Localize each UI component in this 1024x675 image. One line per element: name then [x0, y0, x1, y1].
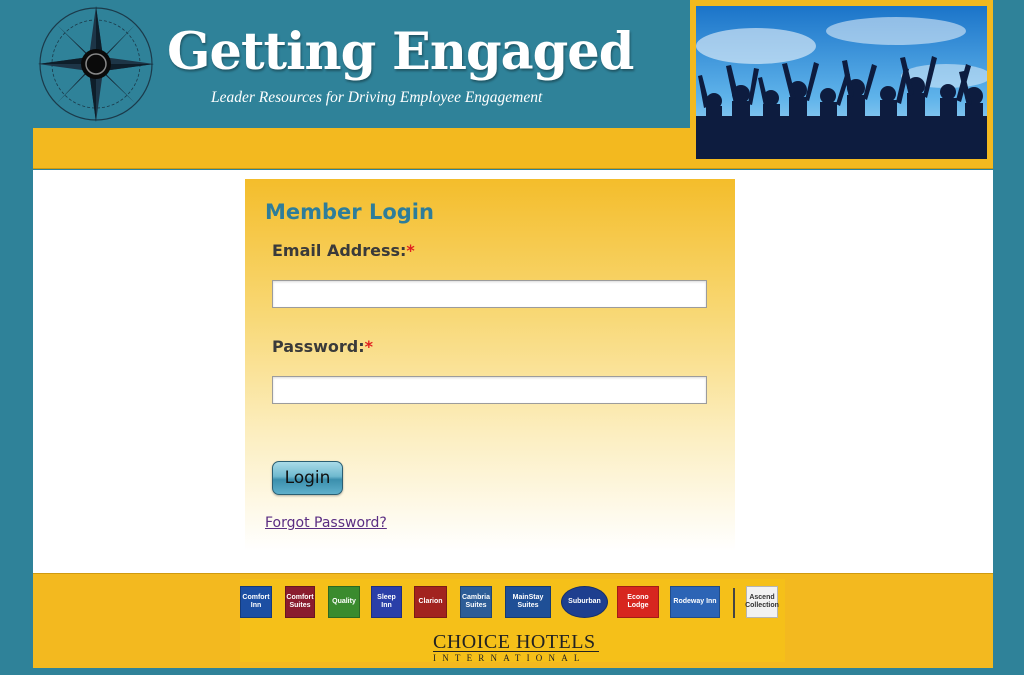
crowd-hero-image	[696, 6, 987, 159]
email-field[interactable]	[272, 280, 707, 308]
email-label-text: Email Address:	[272, 241, 407, 260]
forgot-password-link[interactable]: Forgot Password?	[265, 515, 387, 531]
compass-logo-icon	[38, 6, 154, 122]
password-required-marker: *	[364, 337, 374, 356]
brand-logo[interactable]: Clarion	[414, 586, 447, 618]
brand-logo[interactable]: Cambria Suites	[460, 586, 492, 618]
choice-hotels-subtitle: INTERNATIONAL	[433, 653, 586, 663]
brand-logo[interactable]: Comfort Suites	[285, 586, 315, 618]
hero-image-frame	[690, 0, 993, 165]
brand-logo[interactable]: Comfort Inn	[240, 586, 272, 618]
brand-logo[interactable]: Sleep Inn	[371, 586, 402, 618]
brand-logo-row: Comfort Inn Comfort Suites Quality Sleep…	[240, 583, 785, 619]
brand-name: Suburban	[568, 598, 601, 605]
brand-logo[interactable]: Suburban	[561, 586, 608, 618]
email-label: Email Address:*	[272, 241, 415, 260]
email-required-marker: *	[406, 241, 415, 260]
brand-name: Sleep Inn	[377, 594, 396, 609]
login-heading: Member Login	[265, 200, 434, 224]
login-panel: Member Login Email Address:* Password:* …	[245, 179, 735, 551]
site-subtitle: Leader Resources for Driving Employee En…	[211, 89, 543, 106]
password-label-text: Password:	[272, 337, 365, 356]
brand-name: Clarion	[418, 598, 443, 605]
brand-logo[interactable]: Ascend Collection	[745, 586, 779, 618]
login-button[interactable]: Login	[272, 461, 343, 495]
brand-name: MainStay Suites	[512, 594, 544, 609]
password-label: Password:*	[272, 337, 373, 356]
footer: Comfort Inn Comfort Suites Quality Sleep…	[33, 573, 993, 668]
brand-name: Comfort Suites	[286, 594, 314, 609]
brand-name: Comfort Inn	[242, 594, 270, 609]
brand-logo[interactable]: Quality	[328, 586, 360, 618]
brand-name: Ascend Collection	[745, 594, 779, 609]
choice-hotels-rule	[433, 651, 599, 652]
password-field[interactable]	[272, 376, 707, 404]
site-title: Getting Engaged	[167, 22, 634, 82]
brand-logo[interactable]: Econo Lodge	[617, 586, 659, 618]
brand-name: Quality	[332, 598, 356, 605]
brand-logo[interactable]: MainStay Suites	[505, 586, 551, 618]
brand-logos: Comfort Inn Comfort Suites Quality Sleep…	[240, 579, 785, 663]
main-content: Member Login Email Address:* Password:* …	[33, 170, 993, 573]
brand-name: Econo Lodge	[627, 594, 649, 609]
brand-name: Cambria Suites	[461, 594, 490, 609]
brand-name: Rodeway Inn	[673, 598, 717, 605]
brand-separator	[733, 588, 735, 618]
brand-logo[interactable]: Rodeway Inn	[670, 586, 720, 618]
site-header: Getting Engaged Leader Resources for Dri…	[0, 0, 1024, 170]
